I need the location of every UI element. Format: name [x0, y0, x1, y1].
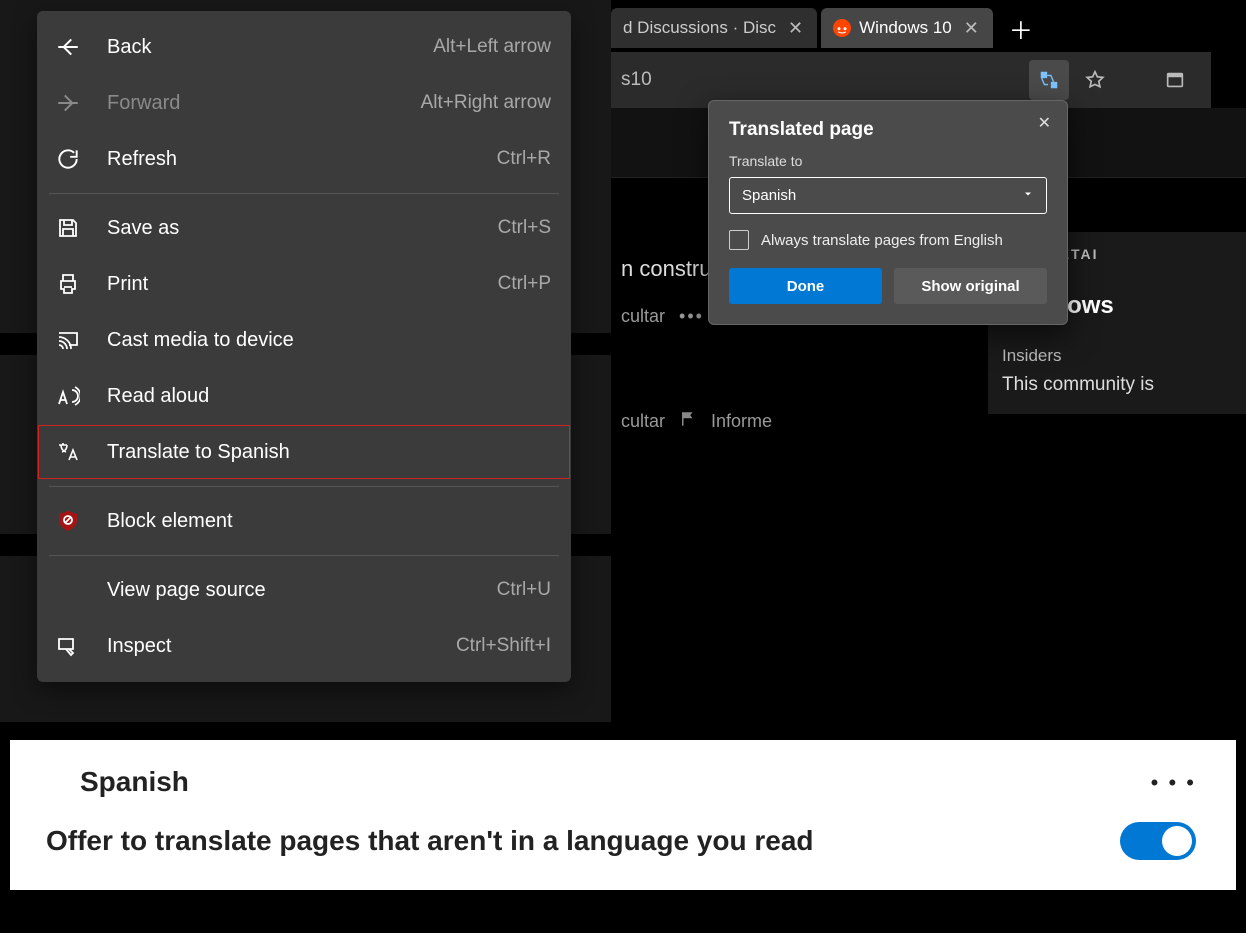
menu-label: View page source: [107, 579, 497, 602]
cast-icon: [55, 327, 81, 353]
menu-label: Translate to Spanish: [107, 441, 551, 464]
menu-label: Refresh: [107, 148, 497, 171]
print-icon: [55, 271, 81, 297]
flag-icon[interactable]: [679, 410, 697, 433]
tab-strip: d Discussions · Disc ✕ Windows 10 ✕ ＋: [611, 8, 1039, 48]
address-fragment: s10: [611, 69, 652, 91]
checkbox-box: [729, 230, 749, 250]
read-aloud-icon: [55, 383, 81, 409]
menu-shortcut: Ctrl+R: [497, 148, 551, 170]
menu-cast[interactable]: Cast media to device: [37, 312, 571, 368]
language-settings-card: Spanish • • • Offer to translate pages t…: [10, 740, 1236, 890]
menu-divider: [49, 555, 559, 556]
context-menu: Back Alt+Left arrow Forward Alt+Right ar…: [37, 11, 571, 682]
translate-icon[interactable]: [1029, 60, 1069, 100]
menu-forward: Forward Alt+Right arrow: [37, 75, 571, 131]
chevron-down-icon: [1022, 187, 1034, 204]
page-text-fragment: cultar: [621, 306, 665, 327]
tab-label: d Discussions · Disc: [623, 18, 776, 38]
translate-language-select[interactable]: Spanish: [729, 177, 1047, 214]
menu-label: Back: [107, 36, 433, 59]
show-original-button[interactable]: Show original: [894, 268, 1047, 304]
menu-shortcut: Alt+Right arrow: [421, 92, 551, 114]
favorite-star-icon[interactable]: [1075, 60, 1115, 100]
done-button[interactable]: Done: [729, 268, 882, 304]
tab-label: Windows 10: [859, 18, 952, 38]
tab-windows10[interactable]: Windows 10 ✕: [821, 8, 993, 48]
translate-to-label: Translate to: [729, 153, 1047, 169]
more-icon[interactable]: • • •: [1151, 770, 1196, 796]
menu-view-source[interactable]: View page source Ctrl+U: [37, 562, 571, 618]
forward-arrow-icon: [55, 90, 81, 116]
menu-shortcut: Alt+Left arrow: [433, 36, 551, 58]
offer-translate-toggle[interactable]: [1120, 822, 1196, 860]
menu-label: Save as: [107, 217, 498, 240]
page-text-fragment: cultar: [621, 411, 665, 432]
select-value: Spanish: [742, 187, 796, 204]
menu-inspect[interactable]: Inspect Ctrl+Shift+I: [37, 618, 571, 674]
menu-shortcut: Ctrl+P: [498, 273, 551, 295]
menu-label: Print: [107, 273, 498, 296]
translate-popover: ✕ Translated page Translate to Spanish A…: [708, 100, 1068, 325]
always-translate-checkbox[interactable]: Always translate pages from English: [729, 230, 1047, 250]
menu-refresh[interactable]: Refresh Ctrl+R: [37, 131, 571, 187]
menu-label: Block element: [107, 510, 551, 533]
menu-block-element[interactable]: Block element: [37, 493, 571, 549]
more-icon[interactable]: •••: [679, 306, 704, 327]
inspect-icon: [55, 633, 81, 659]
menu-label: Inspect: [107, 635, 456, 658]
new-tab-button[interactable]: ＋: [1003, 10, 1039, 46]
language-name: Spanish: [80, 766, 1196, 798]
menu-label: Read aloud: [107, 385, 551, 408]
menu-shortcut: Ctrl+Shift+I: [456, 635, 551, 657]
offer-translate-label: Offer to translate pages that aren't in …: [46, 825, 814, 857]
popover-title: Translated page: [729, 119, 1047, 141]
checkbox-label: Always translate pages from English: [761, 232, 1003, 249]
menu-divider: [49, 486, 559, 487]
menu-back[interactable]: Back Alt+Left arrow: [37, 19, 571, 75]
menu-shortcut: Ctrl+S: [498, 217, 551, 239]
menu-read-aloud[interactable]: Read aloud: [37, 368, 571, 424]
community-subtitle: Insiders: [1002, 346, 1232, 366]
menu-shortcut: Ctrl+U: [497, 579, 551, 601]
reading-view-icon[interactable]: [1155, 60, 1195, 100]
save-icon: [55, 215, 81, 241]
report-label[interactable]: Informe: [711, 411, 772, 432]
tab-discussions[interactable]: d Discussions · Disc ✕: [611, 8, 817, 48]
menu-label: Forward: [107, 92, 421, 115]
close-icon[interactable]: ✕: [784, 18, 807, 39]
ublock-icon: [55, 508, 81, 534]
menu-label: Cast media to device: [107, 329, 551, 352]
community-description: This community is: [1002, 374, 1232, 396]
menu-save-as[interactable]: Save as Ctrl+S: [37, 200, 571, 256]
close-icon[interactable]: ✕: [1038, 113, 1051, 133]
toggle-knob: [1162, 826, 1192, 856]
refresh-icon: [55, 146, 81, 172]
menu-divider: [49, 193, 559, 194]
reddit-icon: [833, 19, 851, 37]
menu-translate[interactable]: Translate to Spanish: [37, 424, 571, 480]
back-arrow-icon: [55, 34, 81, 60]
menu-print[interactable]: Print Ctrl+P: [37, 256, 571, 312]
translate-icon: [55, 439, 81, 465]
close-icon[interactable]: ✕: [960, 18, 983, 39]
